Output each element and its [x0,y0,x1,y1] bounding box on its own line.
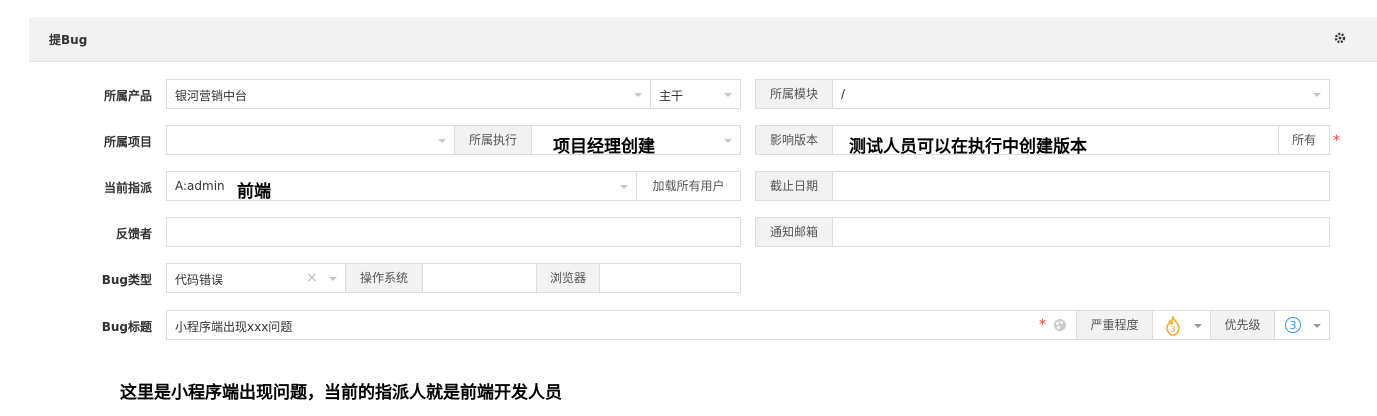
execution-label: 所属执行 [454,125,532,155]
priority-select[interactable]: 3 [1274,310,1330,340]
bug-title-value: 小程序端出现xxx问题 [175,320,293,334]
os-select[interactable] [422,263,537,293]
os-label: 操作系统 [345,263,423,293]
chevron-down-icon [438,139,446,143]
module-select[interactable]: / [832,79,1330,109]
chevron-down-icon [724,93,732,97]
browser-select[interactable] [599,263,741,293]
chevron-down-icon [620,185,628,189]
load-all-users-button[interactable]: 加载所有用户 [636,171,741,201]
notify-label: 通知邮箱 [755,217,833,247]
required-marker: * [1039,317,1046,333]
feedback-input[interactable] [166,217,741,247]
deadline-input[interactable] [832,171,1330,201]
priority-value: 3 [1285,317,1301,333]
version-label: 影响版本 [755,125,833,155]
severity-label: 严重程度 [1076,310,1153,340]
close-icon[interactable]: × [306,270,318,286]
bug-title-label: Bug标题 [101,320,152,334]
gear-icon[interactable] [1333,32,1347,46]
priority-label: 优先级 [1210,310,1275,340]
notify-input[interactable] [832,217,1330,247]
bug-type-label: Bug类型 [101,273,152,287]
svg-text:3: 3 [1170,325,1175,334]
bug-type-select[interactable]: 代码错误 × [166,263,346,293]
feedback-label: 反馈者 [115,227,152,241]
fire-icon: 3 [1164,314,1182,339]
deadline-label: 截止日期 [755,171,833,201]
severity-select[interactable]: 3 [1152,310,1211,340]
chevron-down-icon [724,139,732,143]
module-value: / [841,87,846,101]
chevron-down-icon [1313,93,1321,97]
project-label: 所属项目 [103,135,152,149]
bottom-annotation: 这里是小程序端出现问题，当前的指派人就是前端开发人员 [120,383,562,403]
browser-label: 浏览器 [536,263,600,293]
product-select[interactable]: 银河营销中台 [166,79,651,109]
all-versions-button[interactable]: 所有 [1278,125,1330,155]
assign-value: A:admin [175,179,225,193]
palette-icon[interactable] [1054,319,1066,331]
chevron-down-icon [329,277,337,281]
project-select[interactable] [166,125,455,155]
chevron-down-icon [634,93,642,97]
module-label: 所属模块 [755,79,833,109]
assign-label: 当前指派 [103,181,152,195]
required-marker: * [1333,133,1340,149]
branch-select[interactable]: 主干 [650,79,741,109]
version-annotation: 测试人员可以在执行中创建版本 [849,137,1087,157]
panel-title: 提Bug [49,33,88,47]
panel-header: 提Bug [29,17,1377,62]
branch-value: 主干 [659,89,684,103]
assign-annotation: 前端 [237,182,271,202]
product-value: 银河营销中台 [175,89,248,103]
bug-title-input[interactable]: 小程序端出现xxx问题 * [166,310,1077,340]
bug-type-value: 代码错误 [175,273,224,287]
chevron-down-icon [1194,324,1202,328]
chevron-down-icon [1313,324,1321,328]
execution-annotation: 项目经理创建 [553,137,655,157]
product-label: 所属产品 [103,89,152,103]
